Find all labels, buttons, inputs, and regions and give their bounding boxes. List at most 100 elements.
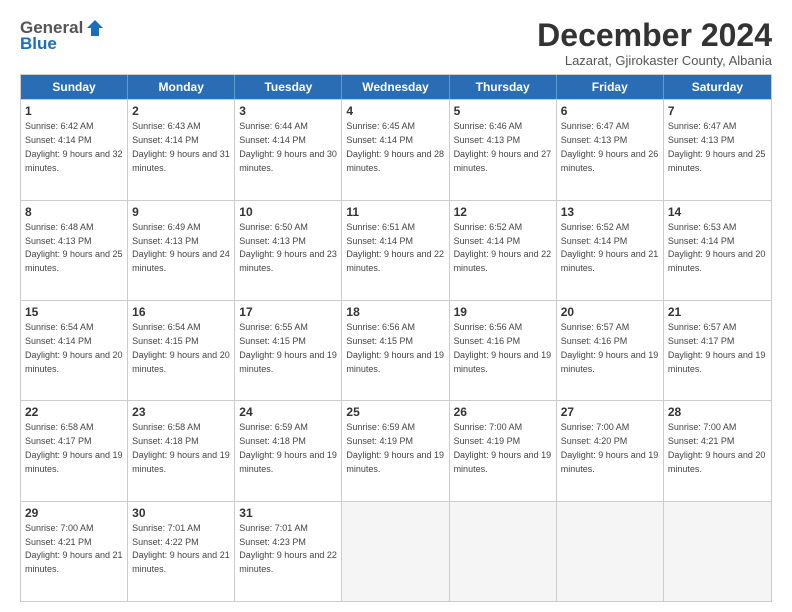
day-number: 16 xyxy=(132,304,230,320)
day-number: 25 xyxy=(346,404,444,420)
calendar: SundayMondayTuesdayWednesdayThursdayFrid… xyxy=(20,74,772,602)
empty-cell xyxy=(557,502,664,601)
day-info: Sunrise: 6:46 AMSunset: 4:13 PMDaylight:… xyxy=(454,121,552,172)
calendar-row-3: 22 Sunrise: 6:58 AMSunset: 4:17 PMDayligh… xyxy=(21,400,771,500)
day-cell-1: 1 Sunrise: 6:42 AMSunset: 4:14 PMDaylight… xyxy=(21,100,128,199)
day-info: Sunrise: 6:50 AMSunset: 4:13 PMDaylight:… xyxy=(239,222,337,273)
day-number: 15 xyxy=(25,304,123,320)
day-cell-19: 19 Sunrise: 6:56 AMSunset: 4:16 PMDayligh… xyxy=(450,301,557,400)
day-info: Sunrise: 6:52 AMSunset: 4:14 PMDaylight:… xyxy=(561,222,659,273)
day-info: Sunrise: 7:00 AMSunset: 4:21 PMDaylight:… xyxy=(668,422,766,473)
day-info: Sunrise: 6:53 AMSunset: 4:14 PMDaylight:… xyxy=(668,222,766,273)
day-cell-24: 24 Sunrise: 6:59 AMSunset: 4:18 PMDayligh… xyxy=(235,401,342,500)
day-number: 12 xyxy=(454,204,552,220)
header-cell-saturday: Saturday xyxy=(664,75,771,99)
day-number: 6 xyxy=(561,103,659,119)
day-cell-8: 8Sunrise: 6:48 AMSunset: 4:13 PMDaylight… xyxy=(21,201,128,300)
day-cell-2: 2 Sunrise: 6:43 AMSunset: 4:14 PMDaylight… xyxy=(128,100,235,199)
header-cell-friday: Friday xyxy=(557,75,664,99)
day-info: Sunrise: 6:42 AMSunset: 4:14 PMDaylight:… xyxy=(25,121,123,172)
day-number: 21 xyxy=(668,304,767,320)
day-info: Sunrise: 6:56 AMSunset: 4:16 PMDaylight:… xyxy=(454,322,552,373)
page: General Blue December 2024 Lazarat, Gjir… xyxy=(0,0,792,612)
day-info: Sunrise: 7:00 AMSunset: 4:20 PMDaylight:… xyxy=(561,422,659,473)
day-info: Sunrise: 6:57 AMSunset: 4:17 PMDaylight:… xyxy=(668,322,766,373)
day-number: 14 xyxy=(668,204,767,220)
day-number: 10 xyxy=(239,204,337,220)
calendar-row-2: 15 Sunrise: 6:54 AMSunset: 4:14 PMDayligh… xyxy=(21,300,771,400)
title-block: December 2024 Lazarat, Gjirokaster Count… xyxy=(537,18,772,68)
day-cell-11: 11Sunrise: 6:51 AMSunset: 4:14 PMDayligh… xyxy=(342,201,449,300)
day-number: 27 xyxy=(561,404,659,420)
day-cell-29: 29Sunrise: 7:00 AMSunset: 4:21 PMDayligh… xyxy=(21,502,128,601)
day-number: 30 xyxy=(132,505,230,521)
day-cell-18: 18 Sunrise: 6:56 AMSunset: 4:15 PMDayligh… xyxy=(342,301,449,400)
day-number: 24 xyxy=(239,404,337,420)
day-cell-9: 9Sunrise: 6:49 AMSunset: 4:13 PMDaylight… xyxy=(128,201,235,300)
calendar-body: 1 Sunrise: 6:42 AMSunset: 4:14 PMDaylight… xyxy=(21,99,771,601)
day-cell-16: 16Sunrise: 6:54 AMSunset: 4:15 PMDayligh… xyxy=(128,301,235,400)
day-info: Sunrise: 7:01 AMSunset: 4:23 PMDaylight:… xyxy=(239,523,337,574)
day-number: 18 xyxy=(346,304,444,320)
day-info: Sunrise: 6:45 AMSunset: 4:14 PMDaylight:… xyxy=(346,121,444,172)
day-number: 11 xyxy=(346,204,444,220)
header-cell-wednesday: Wednesday xyxy=(342,75,449,99)
day-number: 23 xyxy=(132,404,230,420)
logo: General Blue xyxy=(20,18,105,54)
day-number: 8 xyxy=(25,204,123,220)
day-number: 4 xyxy=(346,103,444,119)
logo-blue: Blue xyxy=(20,34,57,54)
day-info: Sunrise: 7:00 AMSunset: 4:19 PMDaylight:… xyxy=(454,422,552,473)
day-number: 19 xyxy=(454,304,552,320)
day-number: 29 xyxy=(25,505,123,521)
day-cell-30: 30 Sunrise: 7:01 AMSunset: 4:22 PMDayligh… xyxy=(128,502,235,601)
day-cell-21: 21 Sunrise: 6:57 AMSunset: 4:17 PMDayligh… xyxy=(664,301,771,400)
empty-cell xyxy=(664,502,771,601)
day-info: Sunrise: 6:55 AMSunset: 4:15 PMDaylight:… xyxy=(239,322,337,373)
day-info: Sunrise: 6:44 AMSunset: 4:14 PMDaylight:… xyxy=(239,121,337,172)
calendar-row-0: 1 Sunrise: 6:42 AMSunset: 4:14 PMDaylight… xyxy=(21,99,771,199)
day-cell-6: 6Sunrise: 6:47 AMSunset: 4:13 PMDaylight… xyxy=(557,100,664,199)
day-info: Sunrise: 6:56 AMSunset: 4:15 PMDaylight:… xyxy=(346,322,444,373)
day-info: Sunrise: 6:59 AMSunset: 4:18 PMDaylight:… xyxy=(239,422,337,473)
day-cell-13: 13 Sunrise: 6:52 AMSunset: 4:14 PMDayligh… xyxy=(557,201,664,300)
day-info: Sunrise: 6:59 AMSunset: 4:19 PMDaylight:… xyxy=(346,422,444,473)
page-title: December 2024 xyxy=(537,18,772,53)
day-cell-7: 7Sunrise: 6:47 AMSunset: 4:13 PMDaylight… xyxy=(664,100,771,199)
day-info: Sunrise: 7:01 AMSunset: 4:22 PMDaylight:… xyxy=(132,523,230,574)
day-cell-10: 10 Sunrise: 6:50 AMSunset: 4:13 PMDayligh… xyxy=(235,201,342,300)
day-number: 22 xyxy=(25,404,123,420)
day-cell-28: 28 Sunrise: 7:00 AMSunset: 4:21 PMDayligh… xyxy=(664,401,771,500)
logo-icon xyxy=(85,18,105,38)
day-info: Sunrise: 6:52 AMSunset: 4:14 PMDaylight:… xyxy=(454,222,552,273)
page-subtitle: Lazarat, Gjirokaster County, Albania xyxy=(537,53,772,68)
day-number: 1 xyxy=(25,103,123,119)
calendar-row-1: 8Sunrise: 6:48 AMSunset: 4:13 PMDaylight… xyxy=(21,200,771,300)
header-cell-tuesday: Tuesday xyxy=(235,75,342,99)
header-cell-thursday: Thursday xyxy=(450,75,557,99)
day-number: 31 xyxy=(239,505,337,521)
day-info: Sunrise: 6:54 AMSunset: 4:14 PMDaylight:… xyxy=(25,322,123,373)
day-info: Sunrise: 6:47 AMSunset: 4:13 PMDaylight:… xyxy=(668,121,766,172)
day-number: 2 xyxy=(132,103,230,119)
calendar-header: SundayMondayTuesdayWednesdayThursdayFrid… xyxy=(21,75,771,99)
day-cell-23: 23Sunrise: 6:58 AMSunset: 4:18 PMDayligh… xyxy=(128,401,235,500)
day-cell-31: 31 Sunrise: 7:01 AMSunset: 4:23 PMDayligh… xyxy=(235,502,342,601)
day-cell-27: 27 Sunrise: 7:00 AMSunset: 4:20 PMDayligh… xyxy=(557,401,664,500)
day-cell-17: 17Sunrise: 6:55 AMSunset: 4:15 PMDayligh… xyxy=(235,301,342,400)
day-cell-15: 15 Sunrise: 6:54 AMSunset: 4:14 PMDayligh… xyxy=(21,301,128,400)
header: General Blue December 2024 Lazarat, Gjir… xyxy=(20,18,772,68)
day-cell-3: 3 Sunrise: 6:44 AMSunset: 4:14 PMDaylight… xyxy=(235,100,342,199)
day-number: 9 xyxy=(132,204,230,220)
day-number: 5 xyxy=(454,103,552,119)
day-info: Sunrise: 6:43 AMSunset: 4:14 PMDaylight:… xyxy=(132,121,230,172)
day-info: Sunrise: 6:58 AMSunset: 4:17 PMDaylight:… xyxy=(25,422,123,473)
day-number: 28 xyxy=(668,404,767,420)
calendar-row-4: 29Sunrise: 7:00 AMSunset: 4:21 PMDayligh… xyxy=(21,501,771,601)
day-cell-12: 12 Sunrise: 6:52 AMSunset: 4:14 PMDayligh… xyxy=(450,201,557,300)
day-cell-4: 4 Sunrise: 6:45 AMSunset: 4:14 PMDaylight… xyxy=(342,100,449,199)
header-cell-sunday: Sunday xyxy=(21,75,128,99)
day-number: 13 xyxy=(561,204,659,220)
day-info: Sunrise: 6:57 AMSunset: 4:16 PMDaylight:… xyxy=(561,322,659,373)
day-number: 3 xyxy=(239,103,337,119)
